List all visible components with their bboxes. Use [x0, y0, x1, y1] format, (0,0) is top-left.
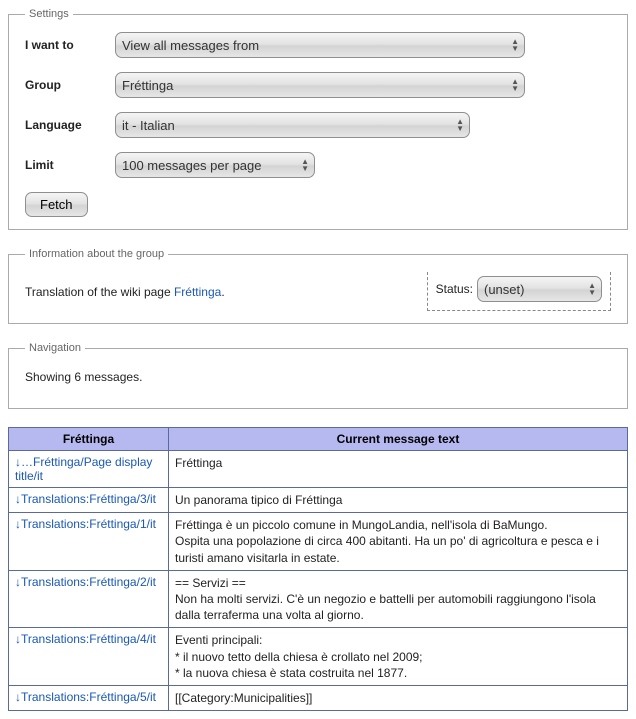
showing-text: Showing 6 messages.: [25, 370, 611, 384]
message-link[interactable]: ↓Translations:Fréttinga/2/it: [15, 575, 156, 589]
message-text: == Servizi ==Non ha molti servizi. C'è u…: [169, 570, 628, 628]
message-link[interactable]: ↓Translations:Fréttinga/4/it: [15, 632, 156, 646]
table-row: ↓Translations:Fréttinga/3/it Un panorama …: [9, 488, 628, 513]
language-select[interactable]: it - Italian: [115, 112, 470, 138]
language-label: Language: [25, 118, 115, 132]
message-text: Fréttinga: [169, 451, 628, 488]
table-row: ↓…Fréttinga/Page display title/it Fréttin…: [9, 451, 628, 488]
message-text: Eventi principali:* il nuovo tetto della…: [169, 628, 628, 686]
message-text: Un panorama tipico di Fréttinga: [169, 488, 628, 513]
navigation-legend: Navigation: [25, 342, 85, 354]
settings-legend: Settings: [25, 8, 73, 20]
table-row: ↓Translations:Fréttinga/4/it Eventi princ…: [9, 628, 628, 686]
iwantto-label: I want to: [25, 38, 115, 52]
limit-label: Limit: [25, 158, 115, 172]
table-row: ↓Translations:Fréttinga/1/it Fréttinga è …: [9, 513, 628, 571]
message-text: [[Category:Municipalities]]: [169, 685, 628, 710]
message-text: Fréttinga è un piccolo comune in MungoLa…: [169, 513, 628, 571]
info-fieldset: Information about the group Translation …: [8, 248, 628, 324]
message-link[interactable]: ↓…Fréttinga/Page display title/it: [15, 455, 152, 483]
info-link[interactable]: Fréttinga: [174, 285, 221, 299]
settings-fieldset: Settings I want to View all messages fro…: [8, 8, 628, 230]
col-header-group: Fréttinga: [9, 428, 169, 451]
info-text: Translation of the wiki page Fréttinga.: [25, 285, 225, 299]
message-link[interactable]: ↓Translations:Fréttinga/1/it: [15, 517, 156, 531]
iwantto-select[interactable]: View all messages from: [115, 32, 525, 58]
group-select[interactable]: Fréttinga: [115, 72, 525, 98]
col-header-text: Current message text: [169, 428, 628, 451]
message-link[interactable]: ↓Translations:Fréttinga/3/it: [15, 492, 156, 506]
status-label: Status:: [436, 282, 473, 296]
info-legend: Information about the group: [25, 248, 168, 260]
table-row: ↓Translations:Fréttinga/2/it == Servizi =…: [9, 570, 628, 628]
group-label: Group: [25, 78, 115, 92]
table-row: ↓Translations:Fréttinga/5/it [[Category:M…: [9, 685, 628, 710]
messages-table: Fréttinga Current message text ↓…Fréttin…: [8, 427, 628, 711]
fetch-button[interactable]: Fetch: [25, 192, 88, 217]
status-select[interactable]: (unset): [477, 276, 602, 302]
message-link[interactable]: ↓Translations:Fréttinga/5/it: [15, 690, 156, 704]
status-box: Status: (unset) ▲▼: [427, 272, 611, 311]
navigation-fieldset: Navigation Showing 6 messages.: [8, 342, 628, 409]
limit-select[interactable]: 100 messages per page: [115, 152, 315, 178]
